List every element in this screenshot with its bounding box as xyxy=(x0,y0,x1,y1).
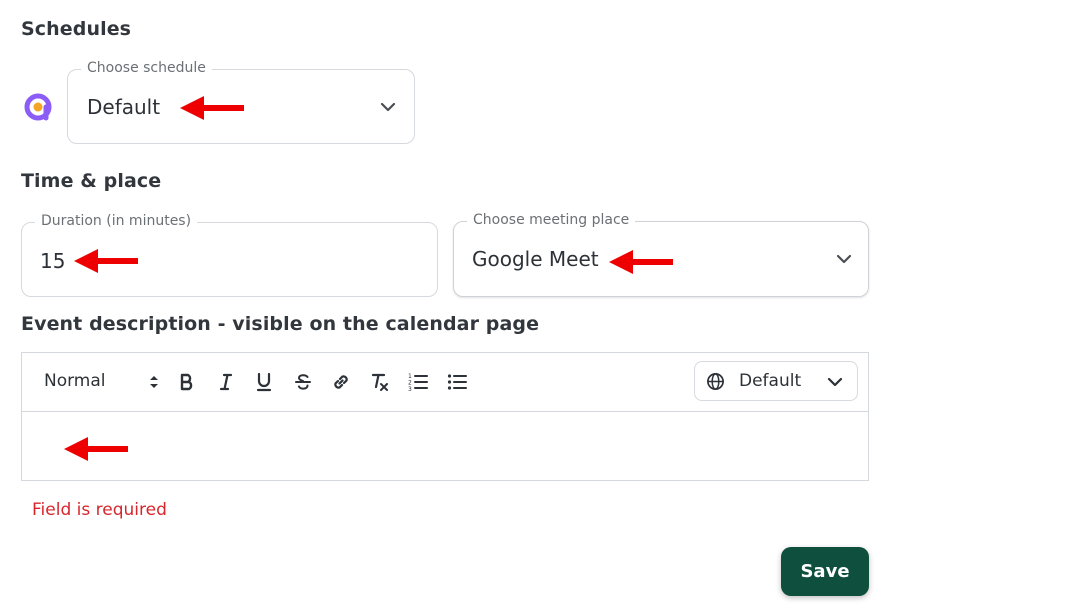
time-place-heading: Time & place xyxy=(21,170,162,192)
strikethrough-icon xyxy=(295,374,311,390)
annotation-arrow-icon xyxy=(180,96,244,120)
underline-button[interactable] xyxy=(254,372,274,392)
text-style-select[interactable]: Normal xyxy=(44,371,162,393)
save-button[interactable]: Save xyxy=(781,547,869,596)
ordered-list-button[interactable]: 1 2 3 xyxy=(408,372,428,392)
bullet-list-icon xyxy=(447,374,467,390)
italic-icon xyxy=(219,373,233,391)
strikethrough-button[interactable] xyxy=(293,372,313,392)
annotation-arrow-icon xyxy=(74,249,138,273)
schedule-select-value: Default xyxy=(87,95,161,119)
language-select[interactable]: Default xyxy=(694,361,858,401)
chevron-down-icon xyxy=(836,254,852,264)
clear-format-icon xyxy=(371,373,388,391)
link-icon xyxy=(334,375,348,389)
chevron-down-icon xyxy=(827,377,843,387)
schedules-heading: Schedules xyxy=(21,18,132,40)
language-select-value: Default xyxy=(739,371,802,391)
error-message: Field is required xyxy=(32,500,167,520)
link-button[interactable] xyxy=(331,372,351,392)
annotation-arrow-icon xyxy=(609,250,673,274)
bold-button[interactable] xyxy=(177,372,197,392)
italic-button[interactable] xyxy=(216,372,236,392)
description-heading: Event description - visible on the calen… xyxy=(21,313,540,335)
text-style-select-value: Normal xyxy=(44,371,106,391)
description-body-input[interactable] xyxy=(22,412,868,480)
sort-arrows-icon xyxy=(150,376,158,388)
meeting-place-select-label: Choose meeting place xyxy=(467,212,636,228)
bullet-list-button[interactable] xyxy=(447,372,467,392)
schedule-select-label: Choose schedule xyxy=(81,60,212,76)
svg-text:3: 3 xyxy=(408,386,412,392)
duration-input-label: Duration (in minutes) xyxy=(35,213,198,229)
description-editor: Normal 1 2 3 Default xyxy=(21,352,869,481)
chevron-down-icon xyxy=(380,102,396,112)
editor-toolbar: Normal 1 2 3 Default xyxy=(22,353,868,412)
meeting-place-select-value: Google Meet xyxy=(472,247,599,271)
ordered-list-icon: 1 2 3 xyxy=(408,373,428,392)
duration-input-value: 15 xyxy=(40,249,66,273)
globe-icon xyxy=(707,373,724,390)
brand-logo-icon xyxy=(24,93,52,121)
annotation-arrow-icon xyxy=(64,437,128,461)
bold-icon xyxy=(180,373,193,391)
underline-icon xyxy=(256,372,272,392)
clear-format-button[interactable] xyxy=(370,372,390,392)
